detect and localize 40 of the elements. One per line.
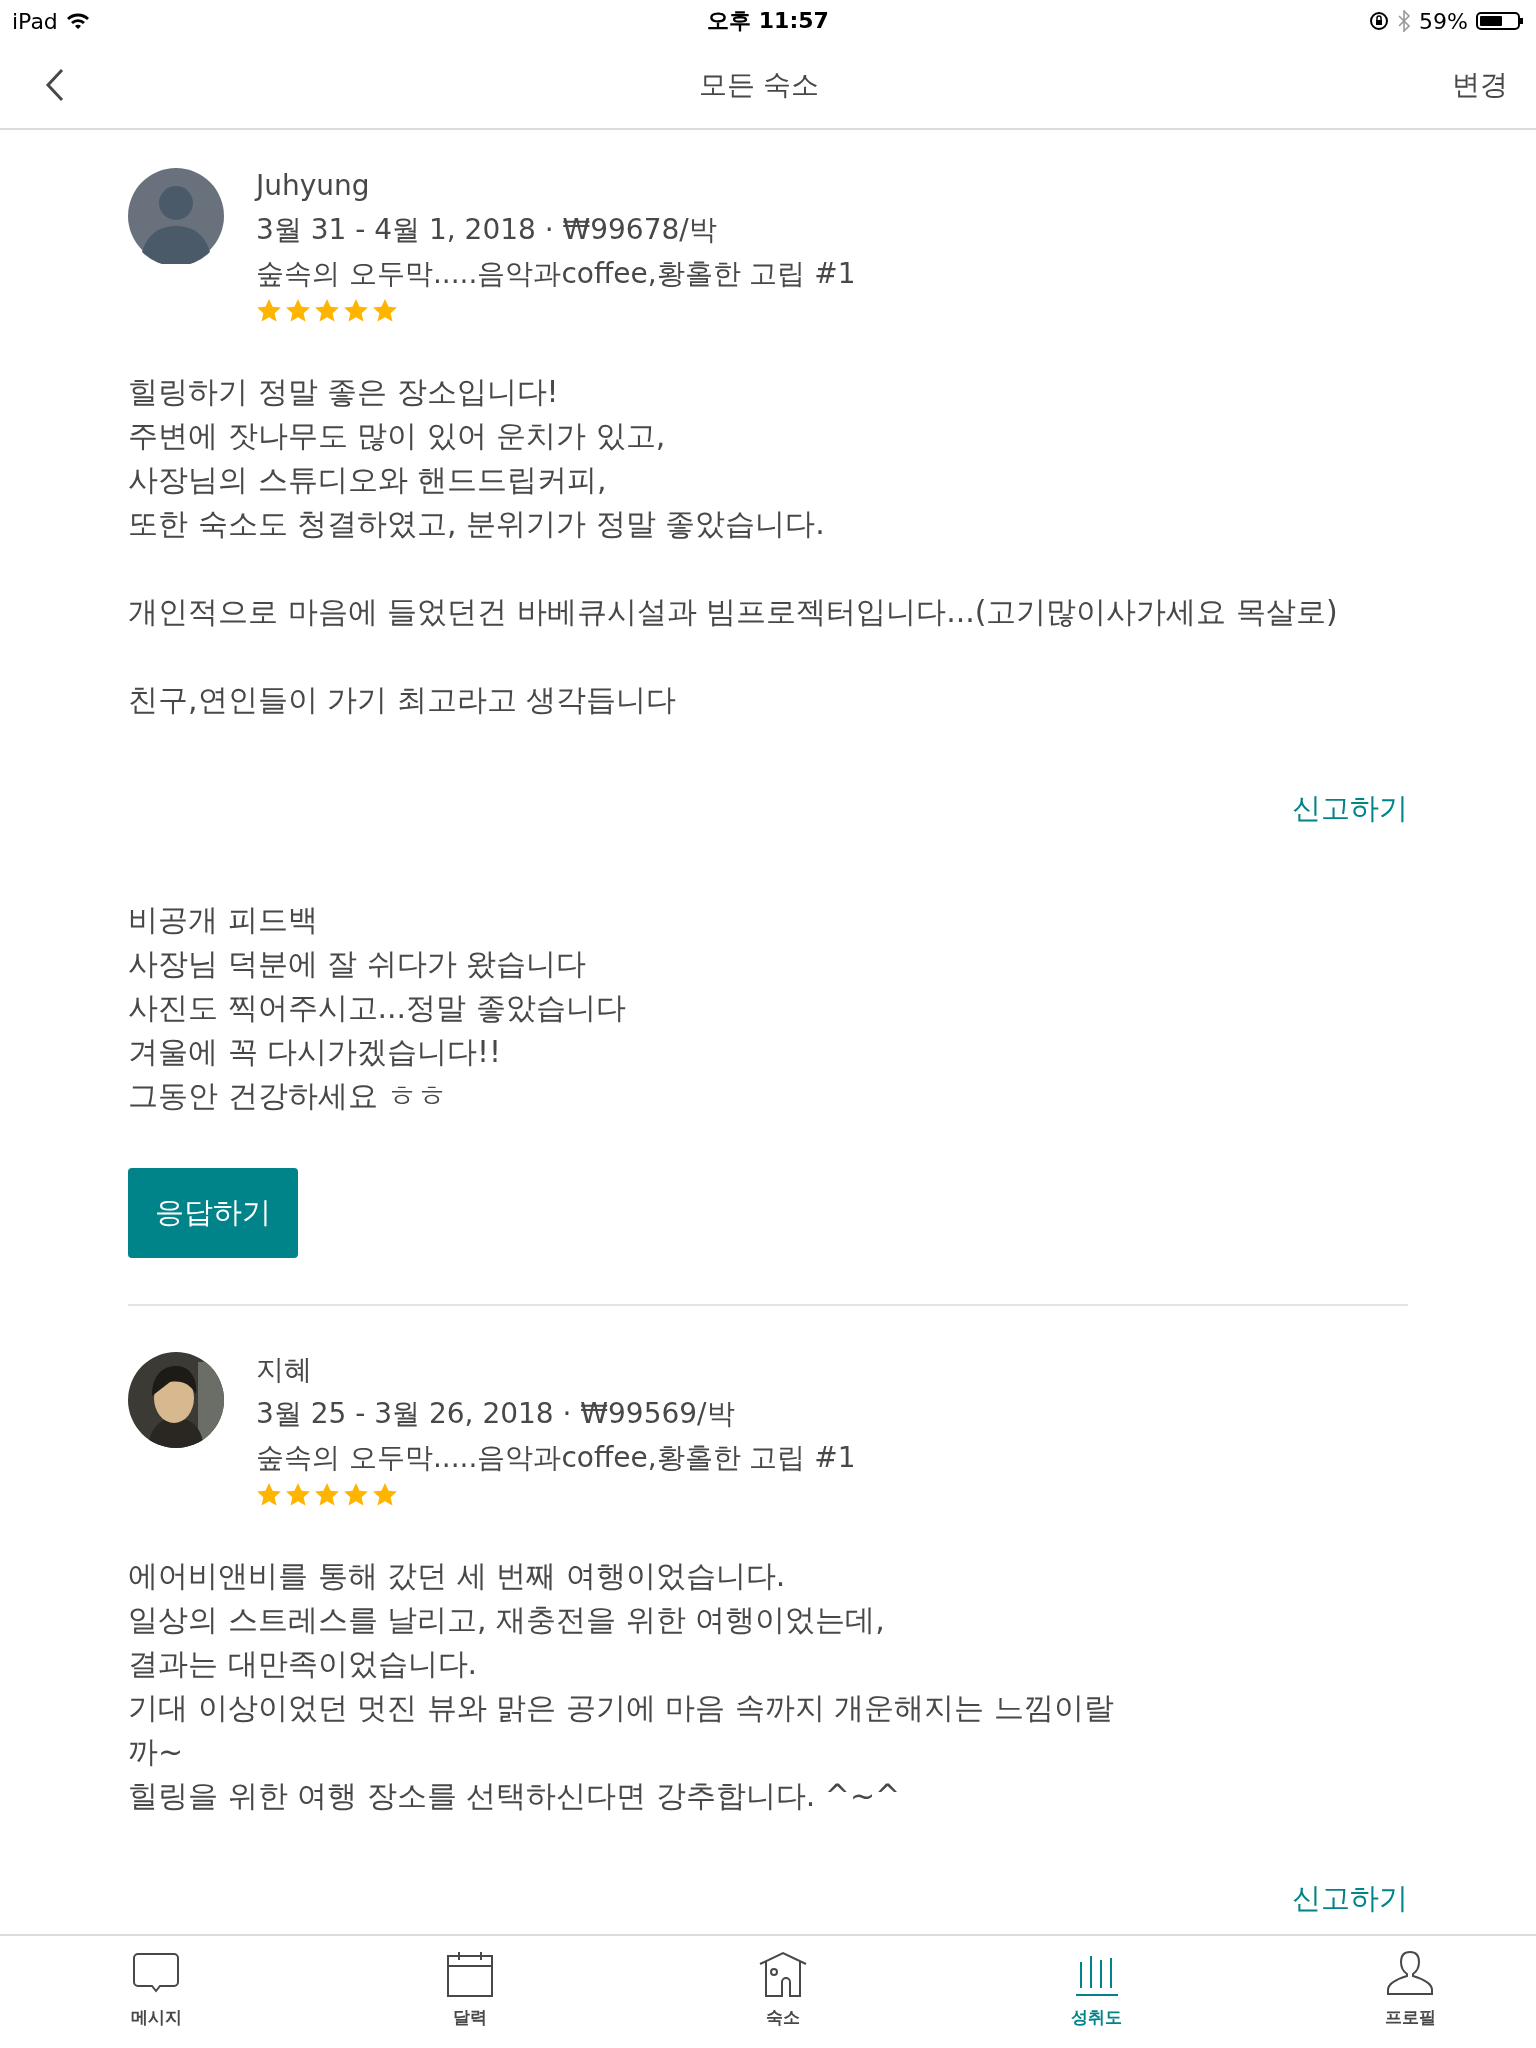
star-icon xyxy=(343,1482,369,1508)
stay-dates-price: 3월 25 - 3월 26, 2018 · ₩99569/박 xyxy=(256,1396,736,1432)
tab-item[interactable]: 프로필 xyxy=(1340,1936,1480,2048)
review-text: 개인적으로 마음에 들었던건 바베큐시설과 빔프로젝터입니다...(고기많이사가세요 목살로) xyxy=(128,593,1339,631)
star-icon xyxy=(372,1482,398,1508)
star-icon xyxy=(343,298,369,324)
report-link[interactable]: 신고하기 xyxy=(1292,1878,1408,1918)
star-icon xyxy=(372,298,398,324)
star-icon xyxy=(314,298,340,324)
star-icon xyxy=(314,1482,340,1508)
star-icon xyxy=(256,1482,282,1508)
star-icon xyxy=(285,1482,311,1508)
tab-item[interactable]: 숙소 xyxy=(713,1936,853,2048)
tab-item[interactable]: 달력 xyxy=(399,1936,540,2048)
battery-icon xyxy=(1476,11,1524,31)
star-icon xyxy=(256,298,282,324)
clock-time: 오후 11:57 xyxy=(707,7,829,35)
stay-dates-price: 3월 31 - 4월 1, 2018 · ₩99678/박 xyxy=(256,212,718,248)
listing-name: 숲속의 오두막.....음악과coffee,황홀한 고립 #1 xyxy=(256,1440,856,1476)
tab-item[interactable]: 성취도 xyxy=(1026,1936,1167,2048)
wifi-icon xyxy=(65,12,90,30)
bluetooth-icon xyxy=(1397,10,1412,32)
report-link[interactable]: 신고하기 xyxy=(1292,788,1408,828)
review-text: 에어비앤비를 통해 갔던 세 번째 여행이었습니다. 일상의 스트레스를 날리고, 재충전을 위한 여행이었는데, 결과는 대만족이었습니다. 기대 이상이었던 멋진 뷰와 맑은 공기에 마음 속까지 개운해지는 느낌이랄 까~ 힐링을 위한 여행 장소를 선택하신다면 강추합니다. ^~^ xyxy=(128,1557,1115,1815)
device-name: iPad xyxy=(12,8,58,34)
page-title: 모든 숙소 xyxy=(698,67,820,103)
star-icon xyxy=(285,298,311,324)
reply-button[interactable]: 응답하기 xyxy=(128,1168,298,1258)
tab-item[interactable]: 메시지 xyxy=(86,1936,226,2048)
review-text: 친구,연인들이 가기 최고라고 생각듭니다 xyxy=(128,681,678,719)
back-button[interactable] xyxy=(44,67,66,103)
feedback-title: 비공개 피드백 xyxy=(128,901,319,939)
rotation-lock-icon xyxy=(1369,11,1390,31)
listing-name: 숲속의 오두막.....음악과coffee,황홀한 고립 #1 xyxy=(256,256,856,292)
feedback-text: 사장님 덕분에 잘 쉬다가 왔습니다 사진도 찍어주시고...정말 좋았습니다 겨울에 꼭 다시가겠습니다!! 그동안 건강하세요 ㅎㅎ xyxy=(128,945,627,1115)
change-button[interactable]: 변경 xyxy=(1452,66,1508,104)
reviewer-name: 지혜 xyxy=(256,1352,313,1388)
battery-percent: 59% xyxy=(1419,8,1468,34)
reviewer-name: Juhyung xyxy=(256,168,371,204)
review-text: 힐링하기 정말 좋은 장소입니다! 주변에 잣나무도 많이 있어 운치가 있고, 사장님의 스튜디오와 핸드드립커피, 또한 숙소도 청결하였고, 분위기가 정말 좋았습니다. xyxy=(128,373,826,543)
